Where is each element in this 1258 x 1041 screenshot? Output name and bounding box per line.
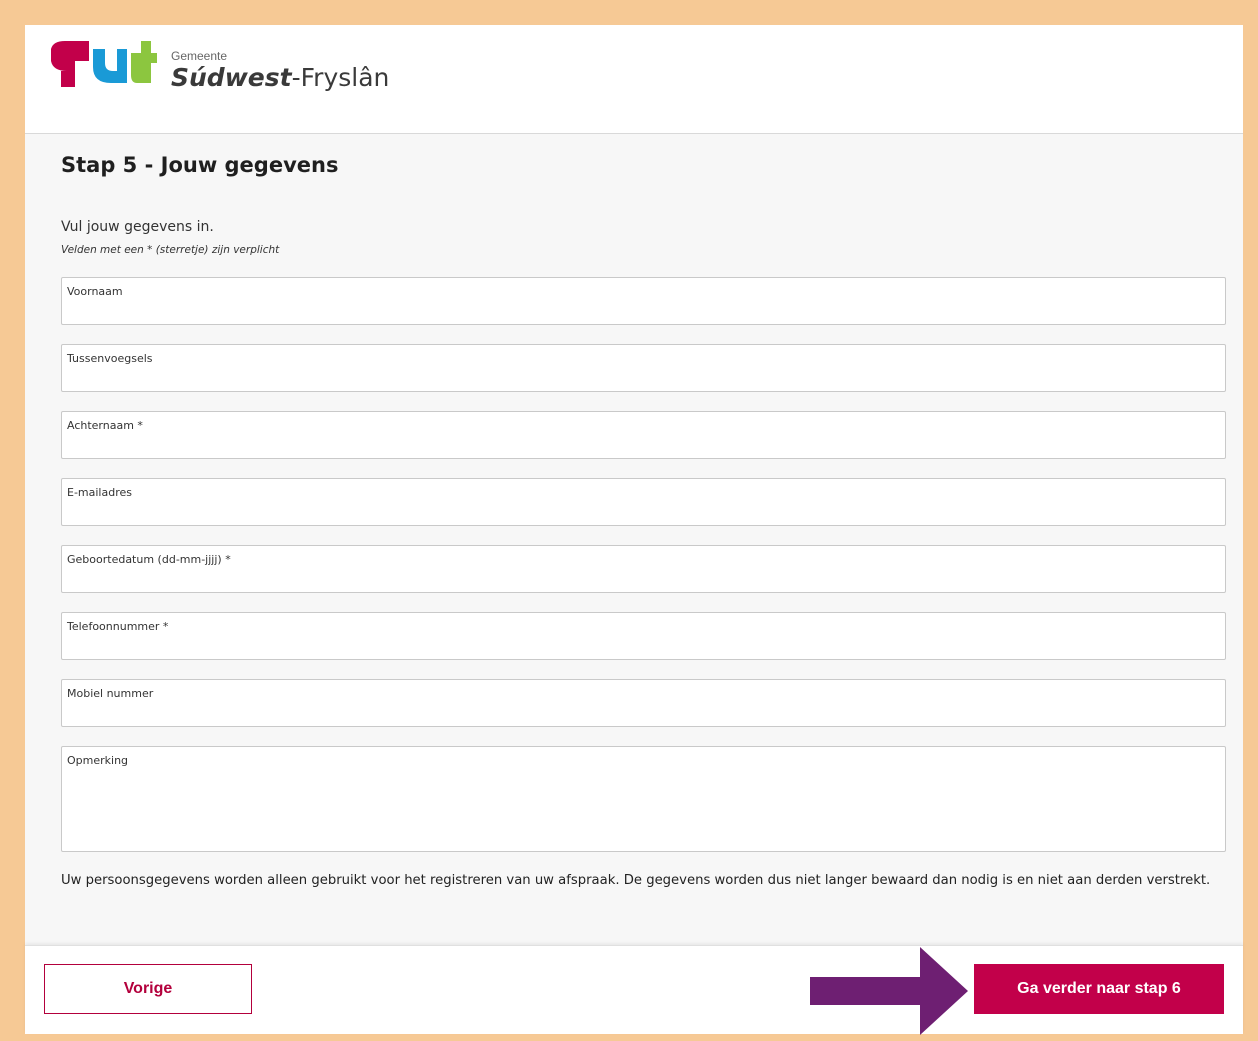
form-footer: Vorige Ga verder naar stap 6 <box>25 945 1243 1034</box>
previous-button[interactable]: Vorige <box>44 964 252 1014</box>
email-field[interactable]: E-mailadres <box>61 478 1226 526</box>
logo-name-rest: -Fryslân <box>291 63 390 92</box>
birthdate-input[interactable] <box>66 570 1221 588</box>
prefix-label: Tussenvoegsels <box>67 352 153 365</box>
phone-label: Telefoonnummer * <box>67 620 169 633</box>
swf-logo-icon <box>51 41 157 87</box>
email-input[interactable] <box>66 503 1221 521</box>
required-hint: Velden met een * (sterretje) zijn verpli… <box>61 244 280 256</box>
mobile-input[interactable] <box>66 704 1221 722</box>
arrow-right-icon <box>810 947 968 1035</box>
first-name-label: Voornaam <box>67 285 123 298</box>
logo-name-bold: Súdwest <box>171 63 292 92</box>
birthdate-label: Geboortedatum (dd-mm-jjjj) * <box>67 553 231 566</box>
email-label: E-mailadres <box>67 486 132 499</box>
prefix-field[interactable]: Tussenvoegsels <box>61 344 1226 392</box>
next-step-button[interactable]: Ga verder naar stap 6 <box>974 964 1224 1014</box>
mobile-label: Mobiel nummer <box>67 687 154 700</box>
first-name-field[interactable]: Voornaam <box>61 277 1226 325</box>
privacy-notice: Uw persoonsgegevens worden alleen gebrui… <box>61 873 1211 888</box>
page-title: Stap 5 - Jouw gegevens <box>61 153 339 177</box>
intro-text: Vul jouw gegevens in. <box>61 219 214 235</box>
appointment-form-page: Gemeente Súdwest-Fryslân Stap 5 - Jouw g… <box>25 25 1243 1034</box>
logo-name-text: Súdwest-Fryslân <box>171 63 389 92</box>
logo-gemeente-text: Gemeente <box>171 49 228 63</box>
phone-field[interactable]: Telefoonnummer * <box>61 612 1226 660</box>
phone-input[interactable] <box>66 637 1221 655</box>
prefix-input[interactable] <box>66 369 1221 387</box>
mobile-field[interactable]: Mobiel nummer <box>61 679 1226 727</box>
birthdate-field[interactable]: Geboortedatum (dd-mm-jjjj) * <box>61 545 1226 593</box>
remark-field[interactable]: Opmerking <box>61 746 1226 852</box>
remark-textarea[interactable] <box>66 773 1221 847</box>
site-header: Gemeente Súdwest-Fryslân <box>25 25 1243 134</box>
last-name-input[interactable] <box>66 436 1221 454</box>
first-name-input[interactable] <box>66 302 1221 320</box>
municipality-logo[interactable]: Gemeente Súdwest-Fryslân <box>45 39 389 93</box>
last-name-label: Achternaam * <box>67 419 143 432</box>
remark-label: Opmerking <box>67 754 129 767</box>
last-name-field[interactable]: Achternaam * <box>61 411 1226 459</box>
